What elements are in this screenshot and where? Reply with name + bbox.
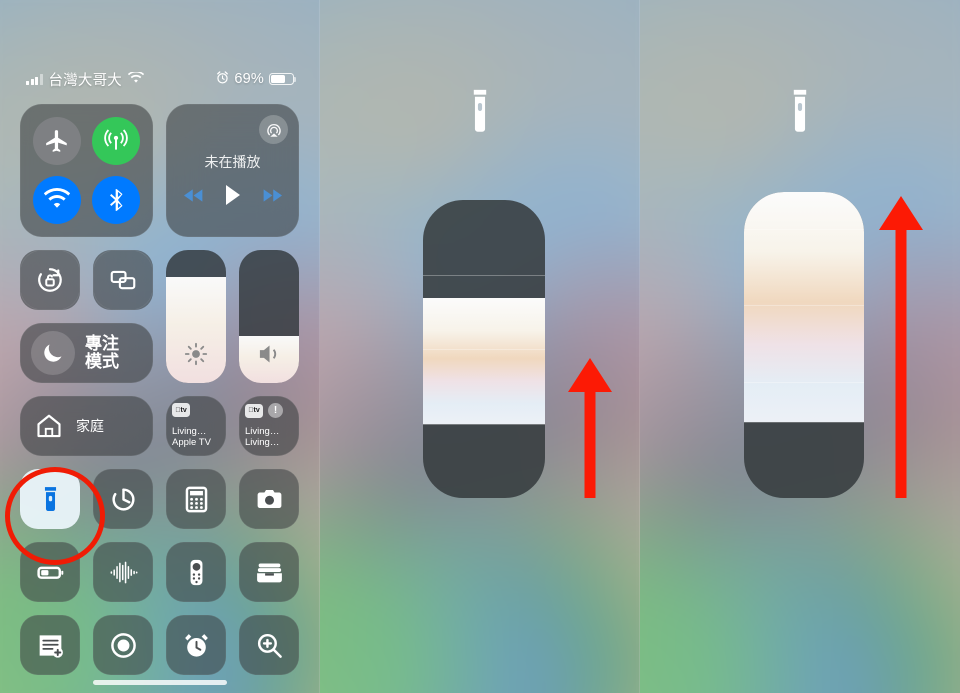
rotation-lock-toggle[interactable] bbox=[20, 250, 80, 310]
play-icon[interactable] bbox=[224, 185, 242, 210]
screen-record-button[interactable] bbox=[93, 615, 153, 675]
sun-icon bbox=[166, 341, 226, 367]
volume-slider[interactable] bbox=[239, 250, 299, 383]
apple-tv-badge-icon: tv bbox=[172, 403, 190, 417]
house-icon bbox=[37, 414, 61, 438]
bluetooth-toggle[interactable] bbox=[91, 175, 140, 224]
panel-control-center: 台灣大哥大 69% 未在播放 專注 模式 家庭 tv Living… Apple… bbox=[0, 0, 320, 693]
tv-tile-1[interactable]: tv Living… Apple TV bbox=[166, 396, 226, 456]
calculator-icon bbox=[185, 486, 207, 512]
rotation-lock-icon bbox=[38, 268, 62, 292]
speaker-icon bbox=[239, 341, 299, 367]
flashlight-brightness-slider[interactable] bbox=[423, 200, 545, 498]
battery-percent-label: 69% bbox=[234, 71, 264, 87]
timer-icon bbox=[111, 487, 135, 511]
focus-label-line1: 專注 bbox=[85, 333, 119, 353]
wallet-button[interactable] bbox=[239, 542, 299, 602]
camera-button[interactable] bbox=[239, 469, 299, 529]
screenshot-stage: 台灣大哥大 69% 未在播放 專注 模式 家庭 tv Living… Apple… bbox=[0, 0, 960, 693]
wifi-icon bbox=[44, 187, 71, 208]
cellular-data-toggle[interactable] bbox=[91, 117, 140, 166]
wallet-icon bbox=[256, 562, 282, 582]
airplay-audio-icon[interactable] bbox=[259, 115, 288, 144]
carrier-label: 台灣大哥大 bbox=[48, 72, 122, 89]
remote-control-icon bbox=[190, 559, 202, 585]
airplane-icon bbox=[46, 130, 67, 153]
status-bar: 台灣大哥大 69% bbox=[0, 68, 320, 90]
fast-forward-icon[interactable] bbox=[261, 188, 282, 208]
home-label: 家庭 bbox=[76, 418, 104, 434]
alarm-clock-icon bbox=[184, 633, 208, 657]
apple-tv-badge-icon: tv bbox=[245, 403, 263, 418]
calculator-button[interactable] bbox=[166, 469, 226, 529]
sound-recognition-button[interactable] bbox=[93, 542, 153, 602]
cellular-antenna-icon bbox=[103, 129, 128, 150]
wifi-icon bbox=[127, 70, 145, 87]
rewind-icon[interactable] bbox=[183, 188, 205, 208]
record-icon bbox=[110, 632, 136, 658]
home-module[interactable]: 家庭 bbox=[20, 396, 153, 456]
wifi-toggle[interactable] bbox=[33, 175, 82, 224]
swipe-up-arrow bbox=[568, 358, 612, 498]
cellular-bars-icon bbox=[26, 73, 43, 85]
tv-tile-1-line1: Living… bbox=[172, 425, 207, 437]
moon-icon bbox=[31, 331, 75, 375]
flashlight-brightness-slider[interactable] bbox=[744, 192, 864, 498]
flashlight-icon bbox=[786, 88, 814, 139]
tv-tile-2[interactable]: tv ! Living… Living… bbox=[239, 396, 299, 456]
note-add-icon bbox=[39, 634, 63, 658]
now-playing-label: 未在播放 bbox=[204, 154, 261, 170]
swipe-up-arrow bbox=[879, 196, 923, 498]
camera-icon bbox=[257, 489, 281, 508]
screen-mirroring-toggle[interactable] bbox=[93, 250, 153, 310]
focus-mode-toggle[interactable]: 專注 模式 bbox=[20, 323, 153, 383]
quick-note-button[interactable] bbox=[20, 615, 80, 675]
apple-tv-remote-button[interactable] bbox=[166, 542, 226, 602]
battery-icon bbox=[269, 73, 297, 85]
panel-flashlight-slider-low bbox=[320, 0, 640, 693]
alarm-button[interactable] bbox=[166, 615, 226, 675]
media-player-module[interactable]: 未在播放 bbox=[166, 104, 299, 237]
tv-tile-2-line1: Living… bbox=[245, 425, 280, 437]
connectivity-module[interactable] bbox=[20, 104, 153, 237]
exclamation-icon: ! bbox=[268, 403, 283, 418]
airplane-mode-toggle[interactable] bbox=[33, 117, 82, 166]
alarm-clock-icon bbox=[216, 71, 229, 87]
screen-mirroring-icon bbox=[110, 270, 136, 290]
home-indicator-bar bbox=[93, 680, 227, 685]
highlight-circle bbox=[5, 467, 105, 565]
focus-label-line2: 模式 bbox=[85, 352, 119, 371]
control-center-grid: 未在播放 專注 模式 家庭 tv Living… Apple TV tv ! L… bbox=[20, 104, 300, 688]
waveform-icon bbox=[110, 561, 137, 583]
brightness-slider[interactable] bbox=[166, 250, 226, 383]
tv-tile-2-line2: Living… bbox=[245, 437, 280, 449]
flashlight-icon bbox=[466, 88, 494, 139]
tv-tile-1-line2: Apple TV bbox=[172, 437, 211, 449]
magnifier-icon bbox=[257, 633, 282, 658]
panel-flashlight-slider-high bbox=[640, 0, 960, 693]
bluetooth-icon bbox=[109, 188, 123, 211]
magnifier-button[interactable] bbox=[239, 615, 299, 675]
